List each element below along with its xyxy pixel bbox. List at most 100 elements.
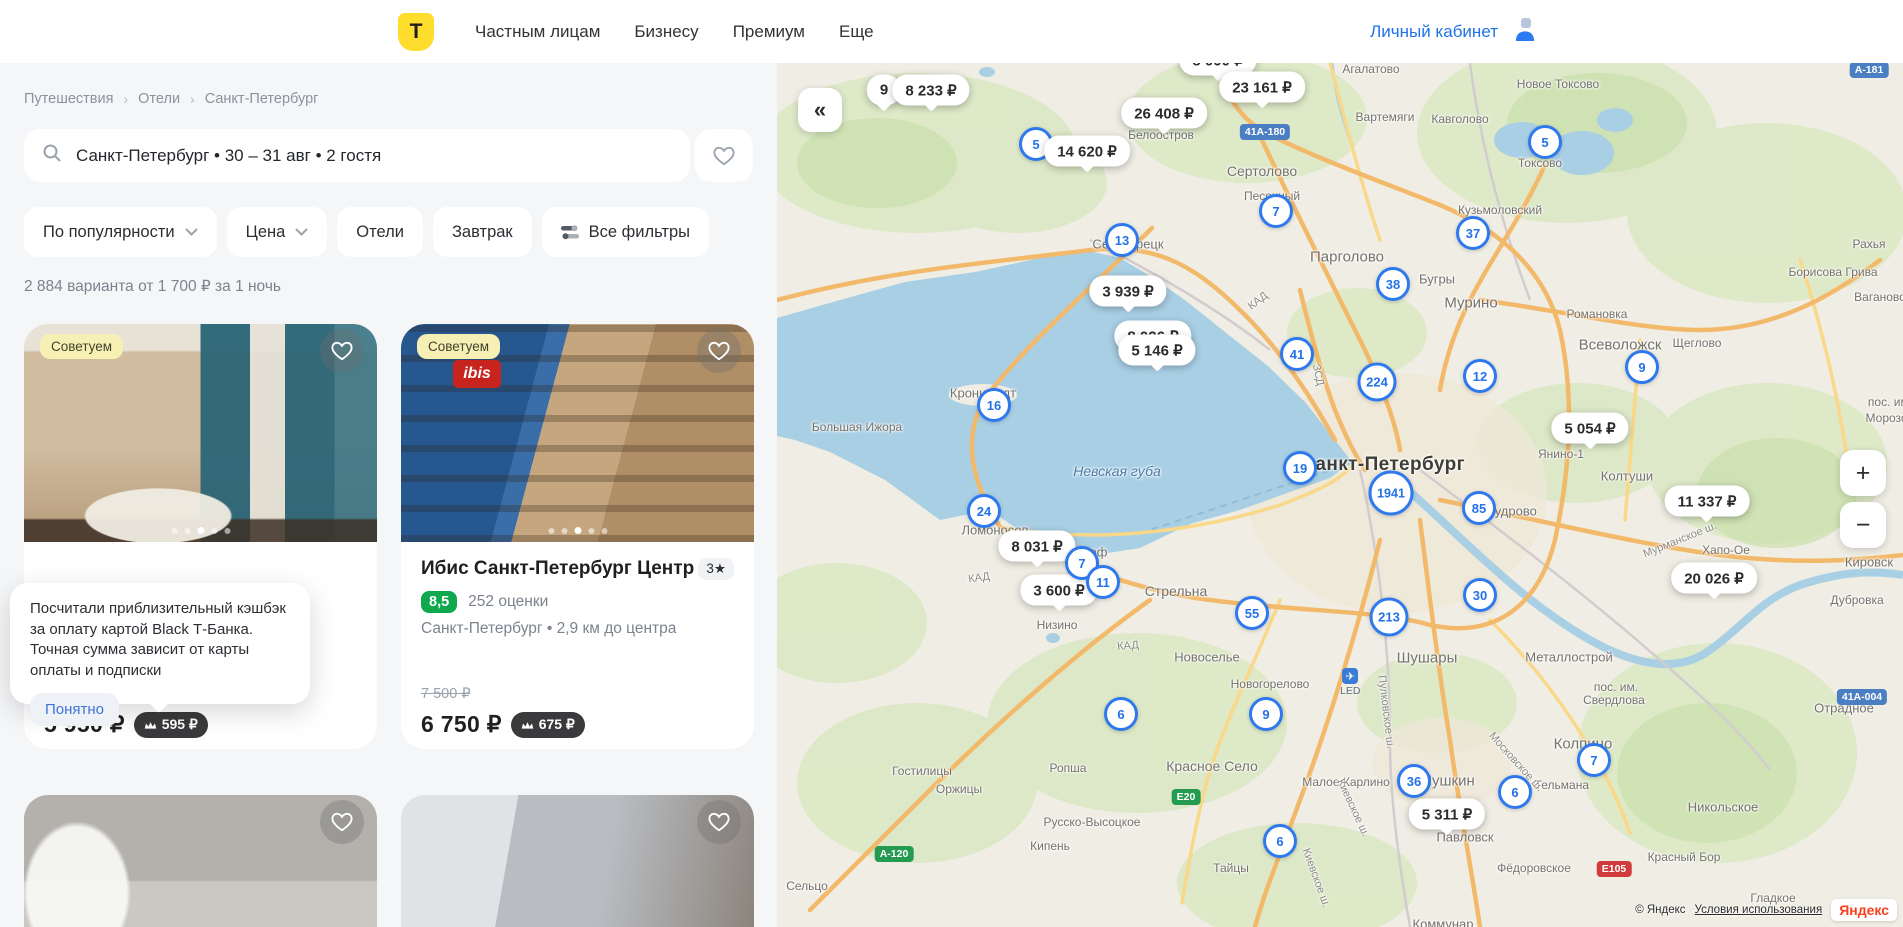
city-label: Большая Ижора — [812, 420, 902, 434]
top-header: Т Частным лицам Бизнесу Премиум Еще Личн… — [0, 0, 1903, 63]
map-price-pin[interactable]: 5 146 ₽ — [1118, 335, 1195, 366]
filter-all-chip[interactable]: Все фильтры — [542, 207, 709, 257]
map-price-pin[interactable]: 14 620 ₽ — [1044, 136, 1130, 167]
hotel-photo[interactable]: Советуем — [24, 324, 377, 542]
hotel-photo[interactable]: ibis Советуем — [401, 324, 754, 542]
zoom-in-button[interactable]: + — [1840, 450, 1886, 496]
hotel-card[interactable] — [401, 795, 754, 927]
favorites-button[interactable] — [695, 129, 753, 182]
city-label: Дубровка — [1830, 593, 1883, 607]
map-cluster-marker[interactable]: 6 — [1498, 775, 1532, 809]
cashback-amount: 675 ₽ — [539, 716, 575, 733]
nav-item-private[interactable]: Частным лицам — [475, 22, 600, 42]
filter-hotels-chip[interactable]: Отели — [337, 207, 423, 257]
tbank-logo[interactable]: Т — [398, 13, 434, 51]
breadcrumb: Путешествия › Отели › Санкт-Петербург — [24, 91, 318, 107]
nav-item-business[interactable]: Бизнесу — [634, 22, 698, 42]
map-cluster-marker[interactable]: 6 — [1104, 697, 1138, 731]
map-cluster-marker[interactable]: 55 — [1235, 596, 1269, 630]
breadcrumb-hotels[interactable]: Отели — [138, 91, 180, 107]
cashback-tooltip: Посчитали приблизительный кэшбэк за опла… — [10, 583, 310, 704]
star-icon: ★ — [714, 561, 726, 576]
map-cluster-marker[interactable]: 11 — [1086, 565, 1120, 599]
nav-item-premium[interactable]: Премиум — [733, 22, 805, 42]
breadcrumb-travel[interactable]: Путешествия — [24, 91, 113, 107]
like-button[interactable] — [697, 329, 741, 373]
map-price-pin[interactable]: 3 939 ₽ — [1089, 276, 1166, 307]
filter-sort-chip[interactable]: По популярности — [24, 207, 217, 257]
city-label: Морозова — [1866, 411, 1903, 425]
collapse-panel-button[interactable]: « — [798, 88, 842, 132]
map-price-pin[interactable]: 8 031 ₽ — [998, 531, 1075, 562]
hotel-card[interactable]: ibis Советуем Ибис Санкт-Петербург Центр… — [401, 324, 754, 749]
road-number-badge: 41А-004 — [1837, 689, 1887, 705]
hotel-photo[interactable] — [24, 795, 377, 927]
map-cluster-marker[interactable]: 19 — [1283, 451, 1317, 485]
map-cluster-marker[interactable]: 5 — [1528, 125, 1562, 159]
city-label: Борисова Грива — [1788, 265, 1877, 279]
city-label: Рахья — [1852, 237, 1885, 251]
city-label: Сельцо — [786, 879, 828, 893]
like-button[interactable] — [697, 800, 741, 844]
map-price-pin[interactable]: 5 311 ₽ — [1409, 799, 1485, 830]
map-price-pin[interactable]: 20 026 ₽ — [1671, 563, 1757, 594]
map-cluster-marker[interactable]: 37 — [1456, 216, 1490, 250]
map-price-pin[interactable]: 26 408 ₽ — [1121, 98, 1207, 129]
nav-item-more[interactable]: Еще — [839, 22, 874, 42]
map-cluster-marker[interactable]: 36 — [1397, 764, 1431, 798]
city-label: Парголово — [1310, 249, 1384, 266]
search-input[interactable]: Санкт-Петербург • 30 – 31 авг • 2 гостя — [24, 129, 690, 182]
map-price-pin[interactable]: 5 054 ₽ — [1551, 413, 1628, 444]
map-cluster-marker[interactable]: 30 — [1463, 578, 1497, 612]
map-cluster-marker[interactable]: 224 — [1358, 363, 1397, 402]
price-row: 6 750 ₽ 675 ₽ — [421, 711, 585, 738]
map-cluster-marker[interactable]: 38 — [1376, 267, 1410, 301]
hotel-card[interactable] — [24, 795, 377, 927]
terms-link[interactable]: Условия использования — [1695, 904, 1823, 916]
results-summary: 2 884 варианта от 1 700 ₽ за 1 ночь — [24, 277, 281, 296]
reviews-count[interactable]: 252 оценки — [468, 593, 548, 611]
yandex-map[interactable]: БелоостровСестрорецкПесочныйСертоловоАга… — [777, 63, 1903, 927]
map-price-pin[interactable]: 11 337 ₽ — [1665, 486, 1750, 517]
city-label: Оржицы — [936, 782, 982, 796]
airport-marker: ✈ LED — [1340, 668, 1360, 697]
map-cluster-marker[interactable]: 13 — [1105, 223, 1139, 257]
filter-all-label: Все фильтры — [589, 223, 690, 242]
city-label: Янино-1 — [1538, 447, 1584, 461]
map-cluster-marker[interactable]: 7 — [1577, 743, 1611, 777]
city-label: Коммунар — [1413, 917, 1474, 927]
map-cluster-marker[interactable]: 24 — [967, 494, 1001, 528]
map-cluster-marker[interactable]: 16 — [977, 388, 1011, 422]
personal-account-link[interactable]: Личный кабинет — [1370, 22, 1498, 42]
city-label: Фёдоровское — [1497, 861, 1571, 875]
tooltip-text: Посчитали приблизительный кэшбэк за опла… — [30, 599, 290, 682]
city-label: Ропша — [1050, 761, 1087, 775]
photo-carousel-dots[interactable] — [171, 527, 230, 534]
filter-price-chip[interactable]: Цена — [227, 207, 328, 257]
filter-sort-label: По популярности — [43, 223, 175, 242]
map-cluster-marker[interactable]: 213 — [1370, 598, 1409, 637]
map-cluster-marker[interactable]: 9 — [1249, 697, 1283, 731]
map-price-pin[interactable]: 8 233 ₽ — [892, 75, 969, 106]
map-price-pin[interactable]: 23 161 ₽ — [1219, 72, 1305, 103]
map-cluster-marker[interactable]: 9 — [1625, 350, 1659, 384]
like-button[interactable] — [320, 329, 364, 373]
city-label: Стрельна — [1145, 583, 1208, 599]
zoom-out-button[interactable]: − — [1840, 502, 1886, 548]
map-cluster-marker[interactable]: 12 — [1463, 359, 1497, 393]
hotel-photo[interactable] — [401, 795, 754, 927]
filter-breakfast-chip[interactable]: Завтрак — [433, 207, 532, 257]
like-button[interactable] — [320, 800, 364, 844]
map-cluster-marker[interactable]: 85 — [1462, 491, 1496, 525]
hotel-title[interactable]: Ибис Санкт-Петербург Центр — [421, 558, 694, 580]
tooltip-ok-button[interactable]: Понятно — [30, 693, 119, 726]
hotel-card-body: Ибис Санкт-Петербург Центр 3★ 8,5 252 оц… — [401, 542, 754, 749]
map-cluster-marker[interactable]: 41 — [1280, 337, 1314, 371]
photo-carousel-dots[interactable] — [548, 527, 607, 534]
user-avatar-icon[interactable] — [1512, 16, 1538, 47]
map-cluster-marker[interactable]: 6 — [1263, 824, 1297, 858]
hotel-price: 6 750 ₽ — [421, 711, 502, 738]
yandex-logo[interactable]: Яндекс — [1831, 899, 1897, 921]
map-cluster-marker[interactable]: 7 — [1259, 194, 1293, 228]
map-cluster-marker[interactable]: 1941 — [1369, 471, 1414, 516]
